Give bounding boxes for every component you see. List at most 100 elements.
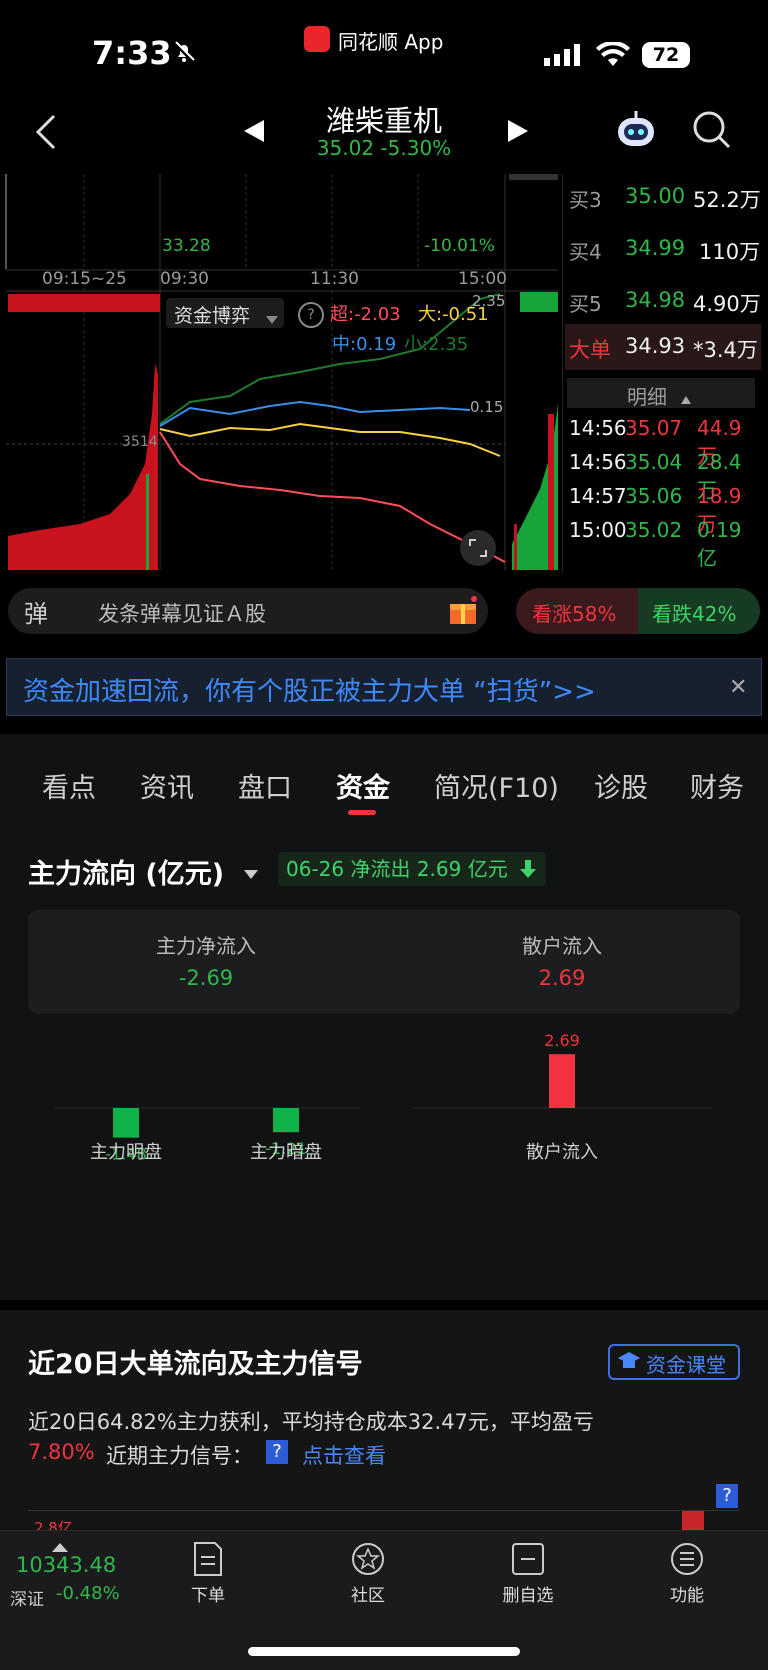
- tick-price: 35.02: [625, 518, 683, 542]
- bid-volume: 4.90万: [693, 292, 761, 316]
- stock-price-change: 35.02 -5.30%: [316, 136, 452, 160]
- tab-funds[interactable]: 资金: [336, 766, 390, 805]
- flow-bar: [549, 1054, 575, 1108]
- tab-quote[interactable]: 盘口: [238, 766, 292, 805]
- detail-header[interactable]: 明细: [567, 378, 755, 409]
- tab-finance[interactable]: 财务: [690, 766, 744, 805]
- net-flow-badge-text: 06-26 净流出 2.69 亿元: [286, 857, 508, 881]
- minus-box-icon: [512, 1543, 544, 1575]
- signals-desc-1: 近20日64.82%主力获利，平均持仓成本32.47元，平均盈亏: [28, 1410, 594, 1434]
- dropdown-caret-icon[interactable]: [244, 864, 258, 883]
- community-icon: [352, 1543, 384, 1575]
- stock-name: 潍柴重机: [325, 104, 442, 138]
- signal-icon: [544, 44, 582, 70]
- gift-icon[interactable]: [448, 596, 478, 630]
- bearish-label: 看跌42%: [652, 602, 737, 626]
- legend-super: 超:-2.03: [330, 304, 401, 325]
- app-logo-icon: [304, 26, 330, 52]
- label-left: 3514: [122, 434, 158, 450]
- intraday-section: 33.28 -10.01% 09:15~25 09:30 11:30 15:00…: [0, 174, 768, 574]
- dropdown-caret-icon: [266, 309, 278, 328]
- net-in-value: -2.69: [178, 966, 234, 990]
- robot-assistant-icon[interactable]: [614, 108, 658, 156]
- tick-volume: 0.19亿: [697, 518, 742, 570]
- question-icon[interactable]: ?: [266, 1440, 288, 1464]
- order-button[interactable]: 下单: [176, 1541, 240, 1606]
- remove-watchlist-label: 删自选: [502, 1586, 554, 1606]
- flow-bar-category-label: 主力暗盘: [250, 1142, 322, 1163]
- bid-volume: 110万: [699, 240, 761, 264]
- bid-volume: 52.2万: [693, 188, 761, 212]
- graduation-cap-icon: [618, 1352, 640, 1376]
- intraday-chart[interactable]: [0, 174, 562, 574]
- close-icon[interactable]: ✕: [729, 675, 747, 700]
- signal-bar: [682, 1511, 704, 1531]
- community-button[interactable]: 社区: [336, 1541, 400, 1606]
- danmu-bar: 弹 发条弹幕见证Ａ股 看涨58% 看跌42%: [0, 574, 768, 644]
- flow-bar-chart: -1.48主力明盘 -1.21主力暗盘2.69散户流入: [55, 1031, 712, 1164]
- arrow-down-icon: [519, 860, 536, 882]
- expand-icon[interactable]: [460, 530, 496, 566]
- flow-bar-category-label: 散户流入: [526, 1142, 598, 1163]
- tick-time: 14:57: [569, 484, 627, 508]
- active-tab-indicator: [348, 810, 376, 815]
- notice-banner[interactable]: 资金加速回流，你有个股正被主力大单 “扫货”>> ✕: [6, 658, 762, 716]
- functions-label: 功能: [670, 1586, 704, 1606]
- bid-label: 买5: [569, 292, 602, 316]
- tab-f10[interactable]: 简况(F10): [434, 766, 559, 805]
- signals-section: 近20日大单流向及主力信号 资金课堂 近20日64.82%主力获利，平均持仓成本…: [0, 1310, 768, 1537]
- index-name: 深证: [10, 1590, 44, 1610]
- tab-kandian[interactable]: 看点: [42, 766, 96, 805]
- remove-watchlist-button[interactable]: 删自选: [496, 1541, 560, 1606]
- flow-bar-value-label: 2.69: [544, 1031, 580, 1050]
- main-flow-title[interactable]: 主力流向 (亿元): [28, 852, 224, 891]
- flow-selector[interactable]: 资金博弈: [166, 298, 284, 328]
- bearish-vote-button[interactable]: 看跌42%: [638, 588, 760, 634]
- menu-circle-icon: [671, 1543, 703, 1575]
- signals-chart-frame: 2.8亿: [28, 1510, 740, 1537]
- search-icon[interactable]: [692, 110, 732, 154]
- functions-button[interactable]: 功能: [655, 1541, 719, 1606]
- bullish-vote-button[interactable]: 看涨58%: [516, 588, 638, 634]
- order-label: 下单: [191, 1586, 225, 1606]
- tick-time: 14:56: [569, 416, 627, 440]
- legend-small: 小:2.35: [404, 334, 469, 355]
- stock-header: 潍柴重机 35.02 -5.30%: [0, 90, 768, 174]
- tick-time: 15:00: [569, 518, 627, 542]
- section-divider: [0, 1300, 768, 1310]
- time-label-noon: 11:30: [310, 269, 359, 289]
- big-order-row[interactable]: 大单 34.93 *3.4万: [565, 324, 761, 370]
- prev-stock-icon[interactable]: [244, 120, 264, 146]
- help-icon[interactable]: ?: [298, 302, 324, 328]
- fund-course-button[interactable]: 资金课堂: [608, 1344, 740, 1380]
- retail-value: 2.69: [538, 966, 586, 990]
- time-label-open: 09:30: [160, 269, 209, 289]
- bottom-toolbar: 10343.48 深证 -0.48% 下单 社区 删自选 功能: [0, 1530, 768, 1670]
- flow-bar: [113, 1108, 139, 1138]
- tick-row: 14:57 35.06 18.9万: [565, 482, 761, 536]
- flow-selector-label: 资金博弈: [174, 305, 251, 327]
- back-icon[interactable]: [34, 112, 58, 156]
- index-value[interactable]: 10343.48: [16, 1553, 116, 1577]
- time-label-auction: 09:15~25: [42, 269, 127, 289]
- wifi-icon: [596, 40, 630, 72]
- status-bar: 7:33 同花顺 App 72: [0, 0, 768, 90]
- tab-diagnose[interactable]: 诊股: [594, 766, 648, 805]
- notice-text: 资金加速回流，你有个股正被主力大单 “扫货”>>: [23, 677, 596, 707]
- index-change: -0.48%: [56, 1583, 120, 1604]
- tick-row: 14:56 35.07 44.9万: [565, 414, 761, 468]
- app-banner: 同花顺 App: [338, 30, 444, 54]
- flow-summary-panel: 主力净流入 -2.69 散户流入 2.69: [28, 910, 740, 1014]
- bid-price: 34.98: [625, 288, 686, 312]
- next-stock-icon[interactable]: [508, 120, 528, 146]
- big-order-volume: *3.4万: [693, 338, 758, 362]
- flow-bar-category-label: 主力明盘: [90, 1142, 162, 1163]
- help-icon[interactable]: ?: [716, 1484, 738, 1508]
- danmu-input[interactable]: 弹 发条弹幕见证Ａ股: [8, 588, 488, 634]
- sort-up-icon: [681, 389, 691, 408]
- tick-price: 35.06: [625, 484, 683, 508]
- signals-link[interactable]: 点击查看: [302, 1440, 386, 1470]
- tab-news[interactable]: 资讯: [140, 766, 194, 805]
- legend-mid: 中:0.19: [332, 334, 397, 355]
- label-top-right: 2.35: [472, 292, 506, 310]
